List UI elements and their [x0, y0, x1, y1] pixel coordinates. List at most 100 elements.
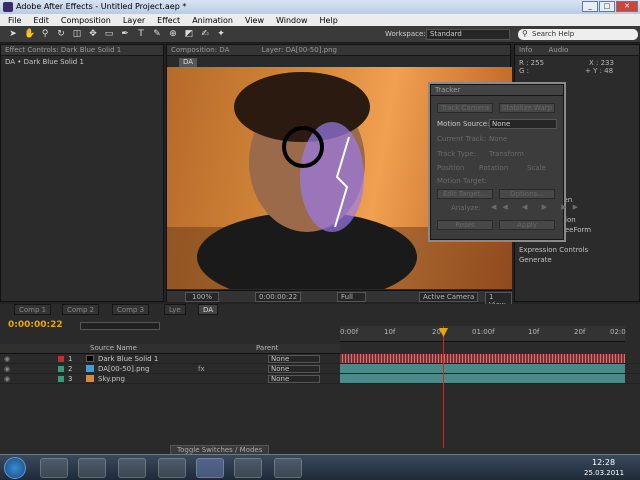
current-time-display[interactable]: 0:00:00:22 [255, 292, 302, 302]
layer-track-solid[interactable] [340, 354, 625, 363]
info-taskbar-icon[interactable] [274, 458, 302, 478]
clock-time[interactable]: 12:28 [592, 458, 615, 467]
menu-effect[interactable]: Effect [151, 16, 186, 25]
col-source-name[interactable]: Source Name [90, 344, 137, 352]
info-tab[interactable]: Info [519, 46, 532, 54]
close-button[interactable]: ✕ [616, 1, 638, 12]
analyze-controls[interactable]: ◀◀ ◀ ▶ ▶▶ [491, 203, 584, 211]
clone-tool-icon[interactable]: ⊕ [168, 29, 178, 39]
parent-select[interactable]: None [268, 355, 320, 363]
menu-layer[interactable]: Layer [117, 16, 151, 25]
effect-category[interactable]: Expression Controls [519, 245, 591, 255]
layer-name[interactable]: DA[00-50].png [98, 364, 149, 374]
info-tabbar: Info Audio [515, 45, 639, 56]
menu-composition[interactable]: Composition [55, 16, 117, 25]
after-effects-taskbar-icon[interactable] [196, 458, 224, 478]
timeline-search-input[interactable] [80, 322, 160, 330]
selection-tool-icon[interactable]: ➤ [8, 29, 18, 39]
start-button[interactable] [4, 457, 26, 479]
roto-brush-tool-icon[interactable]: ✍ [200, 29, 210, 39]
layer-track-footage[interactable] [340, 364, 625, 373]
app-taskbar-icon[interactable] [234, 458, 262, 478]
motion-source-select[interactable]: None [489, 119, 557, 129]
composition-tab[interactable]: Composition: DA [171, 46, 229, 54]
pan-behind-tool-icon[interactable]: ✥ [88, 29, 98, 39]
layer-track-sky[interactable] [340, 374, 625, 383]
tracker-tabbar: Tracker [431, 85, 563, 96]
zoom-select[interactable]: 100% [185, 292, 220, 302]
text-tool-icon[interactable]: T [136, 29, 146, 39]
app-icon [3, 2, 13, 12]
rotation-checkbox[interactable]: Rotation [479, 164, 508, 172]
menu-animation[interactable]: Animation [186, 16, 239, 25]
col-parent[interactable]: Parent [256, 344, 278, 352]
media-player-taskbar-icon[interactable] [78, 458, 106, 478]
timeline-tab-comp1[interactable]: Comp 1 [14, 304, 52, 315]
app-taskbar-icon[interactable] [158, 458, 186, 478]
timeline-tab-lye[interactable]: Lye [164, 304, 186, 315]
position-checkbox[interactable]: Position [437, 164, 464, 172]
eye-icon[interactable]: ◉ [4, 364, 10, 374]
effect-controls-breadcrumb: DA • Dark Blue Solid 1 [5, 58, 84, 66]
menu-file[interactable]: File [2, 16, 27, 25]
label-color-swatch[interactable] [58, 366, 64, 372]
layer-name[interactable]: Sky.png [98, 374, 125, 384]
menu-view[interactable]: View [239, 16, 270, 25]
explorer-taskbar-icon[interactable] [40, 458, 68, 478]
menu-bar: File Edit Composition Layer Effect Anima… [0, 14, 640, 26]
zoom-tool-icon[interactable]: ⚲ [40, 29, 50, 39]
puppet-tool-icon[interactable]: ✦ [216, 29, 226, 39]
workspace-value: Standard [430, 30, 462, 38]
tracker-tab[interactable]: Tracker [435, 86, 460, 94]
eraser-tool-icon[interactable]: ◩ [184, 29, 194, 39]
fx-icon[interactable]: fx [198, 364, 205, 374]
timeline-tab-da[interactable]: DA [198, 304, 219, 315]
pen-tool-icon[interactable]: ✒ [120, 29, 130, 39]
timeline-tab-comp3[interactable]: Comp 3 [112, 304, 150, 315]
reset-button[interactable]: Reset [437, 220, 493, 230]
workspace-select[interactable]: Standard [426, 29, 510, 40]
track-type-label: Track Type: [437, 150, 476, 158]
current-time-indicator[interactable] [443, 326, 444, 448]
apply-button[interactable]: Apply [499, 220, 555, 230]
track-camera-button[interactable]: Track Camera [437, 103, 493, 113]
scale-checkbox[interactable]: Scale [527, 164, 546, 172]
camera-select[interactable]: Active Camera [419, 292, 479, 302]
windows-taskbar: 12:28 25.03.2011 [0, 454, 640, 480]
menu-window[interactable]: Window [270, 16, 314, 25]
rotate-tool-icon[interactable]: ↻ [56, 29, 66, 39]
search-help-input[interactable]: Search Help [518, 29, 638, 40]
options-button[interactable]: Options... [499, 189, 555, 199]
layer-name[interactable]: Dark Blue Solid 1 [98, 354, 158, 364]
track-type-value: Transform [489, 150, 524, 158]
parent-select[interactable]: None [268, 375, 320, 383]
label-color-swatch[interactable] [58, 376, 64, 382]
menu-help[interactable]: Help [314, 16, 344, 25]
layer-tab[interactable]: Layer: DA[00-50].png [262, 46, 337, 54]
rectangle-tool-icon[interactable]: ▭ [104, 29, 114, 39]
hand-tool-icon[interactable]: ✋ [24, 29, 35, 39]
audio-tab[interactable]: Audio [548, 46, 568, 54]
resolution-select[interactable]: Full [337, 292, 366, 302]
timeline-current-time[interactable]: 0:00:00:22 [8, 320, 63, 330]
warp-stabilizer-button[interactable]: Stabilize Warp [499, 103, 555, 113]
menu-edit[interactable]: Edit [27, 16, 55, 25]
minimize-button[interactable]: _ [582, 1, 598, 12]
label-color-swatch[interactable] [58, 356, 64, 362]
edit-target-button[interactable]: Edit Target... [437, 189, 493, 199]
comp-da-button[interactable]: DA [179, 58, 197, 67]
camera-tool-icon[interactable]: ◫ [72, 29, 82, 39]
timeline-tab-comp2[interactable]: Comp 2 [62, 304, 100, 315]
eye-icon[interactable]: ◉ [4, 374, 10, 384]
brush-tool-icon[interactable]: ✎ [152, 29, 162, 39]
clock-date[interactable]: 25.03.2011 [584, 469, 624, 477]
maximize-button[interactable]: □ [599, 1, 615, 12]
opera-taskbar-icon[interactable] [118, 458, 146, 478]
ruler-tick: 01:00f [472, 328, 495, 336]
parent-select[interactable]: None [268, 365, 320, 373]
effect-controls-tab[interactable]: Effect Controls: Dark Blue Solid 1 [1, 45, 163, 56]
time-ruler[interactable]: 0:00f 10f 20f 01:00f 10f 20f 02:0 [340, 326, 626, 342]
effect-category[interactable]: Generate [519, 255, 591, 265]
eye-icon[interactable]: ◉ [4, 354, 10, 364]
info-r: R : 255 [519, 59, 545, 67]
